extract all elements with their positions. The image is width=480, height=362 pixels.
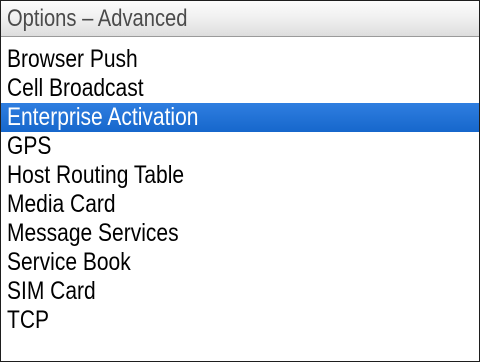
option-cell-broadcast[interactable]: Cell Broadcast <box>1 74 479 103</box>
option-label: SIM Card <box>7 277 96 305</box>
option-label: Message Services <box>7 219 179 247</box>
option-label: Media Card <box>7 190 116 218</box>
option-label: Enterprise Activation <box>7 103 199 131</box>
option-gps[interactable]: GPS <box>1 132 479 161</box>
option-label: Cell Broadcast <box>7 74 144 102</box>
option-service-book[interactable]: Service Book <box>1 248 479 277</box>
screen-title: Options – Advanced <box>7 5 188 32</box>
options-list: Browser Push Cell Broadcast Enterprise A… <box>1 45 479 335</box>
option-label: Browser Push <box>7 45 138 73</box>
option-label: Service Book <box>7 248 131 276</box>
option-tcp[interactable]: TCP <box>1 306 479 335</box>
option-host-routing-table[interactable]: Host Routing Table <box>1 161 479 190</box>
options-screen: Options – Advanced Browser Push Cell Bro… <box>0 0 480 362</box>
title-bar: Options – Advanced <box>1 1 479 37</box>
option-enterprise-activation[interactable]: Enterprise Activation <box>1 103 479 132</box>
option-label: Host Routing Table <box>7 161 185 189</box>
option-sim-card[interactable]: SIM Card <box>1 277 479 306</box>
option-label: GPS <box>7 132 52 160</box>
option-label: TCP <box>7 306 49 334</box>
option-media-card[interactable]: Media Card <box>1 190 479 219</box>
option-message-services[interactable]: Message Services <box>1 219 479 248</box>
option-browser-push[interactable]: Browser Push <box>1 45 479 74</box>
